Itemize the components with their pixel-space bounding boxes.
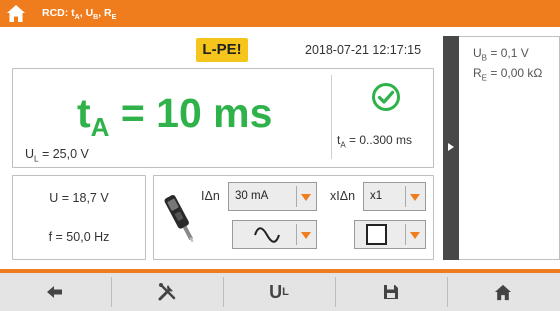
ul-button[interactable]: UL [224,273,334,311]
idn-label: IΔn [201,189,220,203]
u-value: U = 18,7 V [49,191,109,205]
waveform-dropdown[interactable] [232,220,317,249]
f-value: f = 50,0 Hz [48,230,110,244]
check-circle-icon [372,83,400,111]
idn-value: 30 mA [235,190,269,202]
back-arrow-icon [47,286,62,298]
chevron-down-icon[interactable] [405,183,425,210]
tools-button[interactable] [112,273,222,311]
re-value: RE = 0,00 kΩ [473,66,543,83]
lpe-warning-badge: L-PE! [196,38,248,62]
screen-title: RCD: tA, UB, RE [42,7,117,22]
xidn-dropdown[interactable]: x1 [363,182,426,211]
side-panel-toggle[interactable] [443,36,459,260]
rcd-probe-icon [164,195,194,243]
title-bar: RCD: tA, UB, RE [0,0,560,27]
xidn-label: xIΔn [330,189,356,203]
ul-value: UL = 25,0 V [25,147,89,164]
secondary-results-panel: UB = 0,1 V RE = 0,00 kΩ [459,36,560,260]
save-icon [384,285,398,299]
ta-range: tA = 0..300 ms [337,133,413,150]
xidn-value: x1 [370,190,383,202]
home-button[interactable] [448,273,558,311]
square-outline-icon [366,224,387,245]
ta-result: tA = 10 ms [77,90,273,143]
divider [331,75,332,159]
chevron-down-icon[interactable] [405,221,425,248]
voltage-frequency-panel: U = 18,7 V f = 50,0 Hz [12,175,146,260]
bottom-toolbar: UL [0,273,560,311]
chevron-down-icon[interactable] [296,183,316,210]
chevron-down-icon[interactable] [296,221,316,248]
ub-value: UB = 0,1 V [473,46,529,63]
idn-dropdown[interactable]: 30 mA [228,182,317,211]
settings-panel: IΔn 30 mA xIΔn x1 [153,175,434,260]
shape-dropdown[interactable] [354,220,426,249]
back-button[interactable] [0,273,110,311]
home-icon[interactable] [6,4,26,23]
home-icon [494,284,512,300]
datetime: 2018-07-21 12:17:15 [305,43,422,57]
arrow-right-icon [448,143,454,151]
sine-wave-icon [254,227,280,243]
main-result-panel: tA = 10 ms UL = 25,0 V tA = 0..300 ms [12,68,434,168]
tools-icon [158,283,176,301]
save-button[interactable] [336,273,446,311]
